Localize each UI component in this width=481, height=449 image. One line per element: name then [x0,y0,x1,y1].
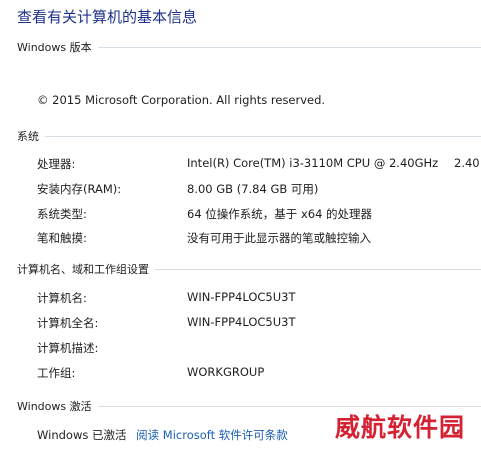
row-value: WIN-FPP4LOC5U3T [187,315,296,329]
row-label: 系统类型: [37,207,87,221]
copyright-text: © 2015 Microsoft Corporation. All rights… [37,93,326,107]
section-system: 系统 [17,129,481,143]
row-system-type: 系统类型: 64 位操作系统，基于 x64 的处理器 [37,206,481,221]
row-value: WORKGROUP [187,365,265,379]
row-value: WIN-FPP4LOC5U3T [187,290,296,304]
row-value: 64 位操作系统，基于 x64 的处理器 [187,207,373,221]
row-computer-description: 计算机描述: [37,340,481,355]
row-ram: 安装内存(RAM): 8.00 GB (7.84 GB 可用) [37,181,481,196]
section-divider [155,268,481,270]
activation-status: Windows 已激活 [37,428,127,442]
row-full-computer-name: 计算机全名: WIN-FPP4LOC5U3T [37,315,481,330]
row-label: 安装内存(RAM): [37,182,122,196]
row-label: 处理器: [37,157,76,171]
section-label: 系统 [17,130,39,143]
row-workgroup: 工作组: WORKGROUP [37,365,481,380]
page-title: 查看有关计算机的基本信息 [17,8,198,26]
section-label: 计算机名、域和工作组设置 [17,263,149,276]
row-pen-touch: 笔和触摸: 没有可用于此显示器的笔或触控输入 [37,230,481,245]
row-label: 工作组: [37,366,76,380]
activation-row: Windows 已激活 阅读 Microsoft 软件许可条款 [37,427,288,443]
row-label: 笔和触摸: [37,231,87,245]
license-terms-link[interactable]: 阅读 Microsoft 软件许可条款 [136,428,288,442]
section-label: Windows 版本 [17,41,92,54]
section-windows-edition: Windows 版本 [17,40,481,54]
row-value-extra: 2.40 [454,156,480,170]
watermark-logo: 威航软件园 [335,413,466,442]
row-label: 计算机描述: [37,341,99,355]
row-processor: 处理器: Intel(R) Core(TM) i3-3110M CPU @ 2.… [37,156,481,171]
section-computer: 计算机名、域和工作组设置 [17,262,481,276]
row-label: 计算机名: [37,291,87,305]
row-value: 8.00 GB (7.84 GB 可用) [187,182,319,196]
row-value: Intel(R) Core(TM) i3-3110M CPU @ 2.40GHz [187,156,439,170]
section-divider [97,405,481,407]
row-label: 计算机全名: [37,316,99,330]
section-divider [45,135,481,137]
row-value: 没有可用于此显示器的笔或触控输入 [187,231,371,245]
section-label: Windows 激活 [17,400,92,413]
section-divider [97,46,481,48]
row-computer-name: 计算机名: WIN-FPP4LOC5U3T [37,290,481,305]
